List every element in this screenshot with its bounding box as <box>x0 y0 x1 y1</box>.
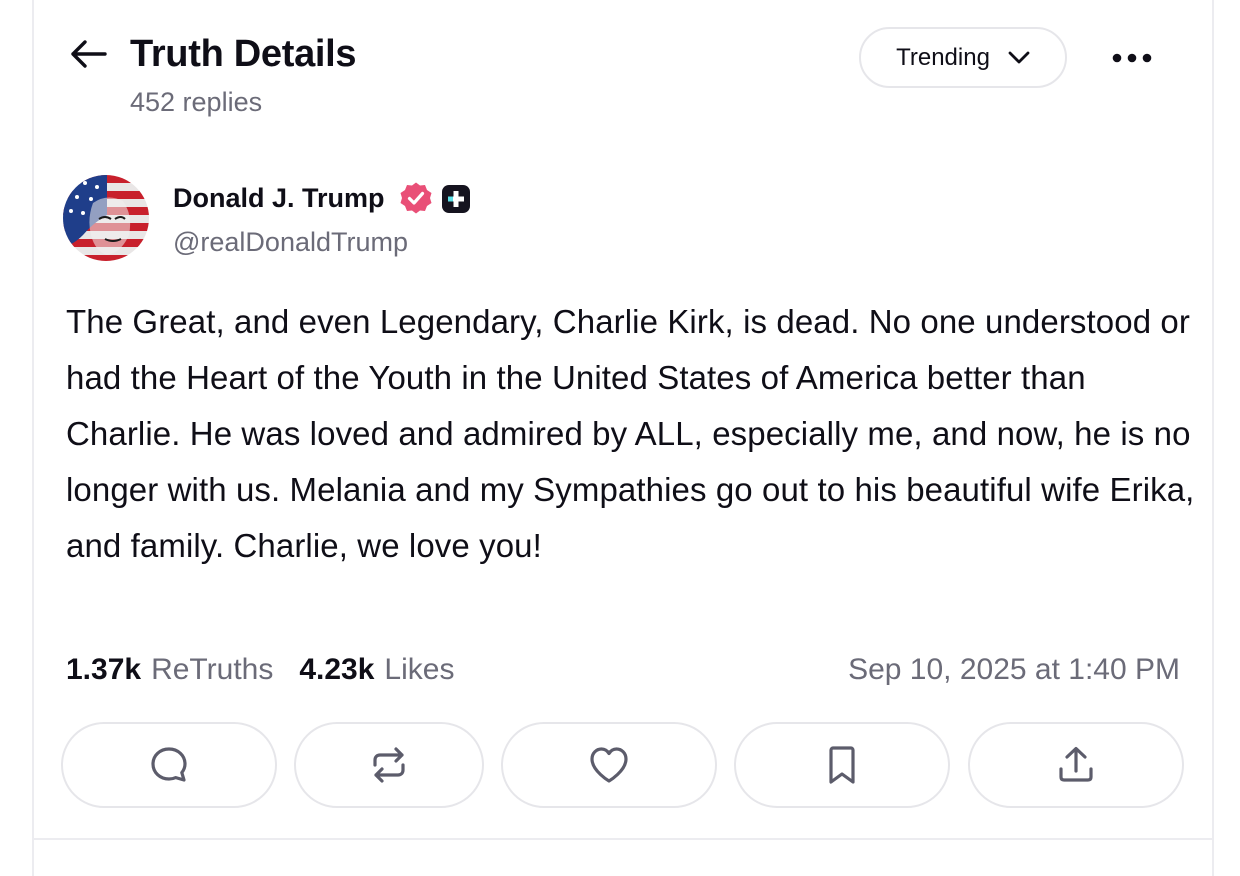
author-name[interactable]: Donald J. Trump <box>173 181 385 215</box>
more-horizontal-icon <box>1112 53 1152 63</box>
bookmark-button[interactable] <box>734 722 950 808</box>
avatar[interactable] <box>63 175 149 261</box>
back-button[interactable] <box>64 32 112 76</box>
plus-badge-icon <box>442 185 470 213</box>
chevron-down-icon <box>1008 51 1030 63</box>
reply-button[interactable] <box>61 722 277 808</box>
bookmark-icon <box>829 746 855 784</box>
heart-icon <box>590 747 628 783</box>
retruths-stat[interactable]: 1.37k ReTruths <box>66 650 273 690</box>
sort-label: Trending <box>896 43 990 71</box>
retruth-button[interactable] <box>294 722 484 808</box>
verified-badge-icon <box>400 182 432 214</box>
author-handle[interactable]: @realDonaldTrump <box>173 226 408 258</box>
repost-icon <box>373 747 405 783</box>
reply-count: 452 replies <box>130 87 263 117</box>
likes-label: Likes <box>384 653 455 686</box>
page-title: Truth Details <box>130 33 357 75</box>
sort-dropdown[interactable]: Trending <box>859 27 1067 88</box>
arrow-left-icon <box>71 40 107 68</box>
retruths-count: 1.37k <box>66 653 142 686</box>
share-icon <box>1059 746 1093 782</box>
reply-icon <box>151 747 187 782</box>
divider <box>34 838 1212 840</box>
retruths-label: ReTruths <box>151 653 274 686</box>
post-stats: 1.37k ReTruths 4.23k Likes <box>66 650 454 690</box>
share-button[interactable] <box>968 722 1184 808</box>
post-timestamp: Sep 10, 2025 at 1:40 PM <box>848 653 1180 686</box>
post-body: The Great, and even Legendary, Charlie K… <box>66 303 1195 564</box>
likes-count: 4.23k <box>299 653 375 686</box>
more-options-button[interactable] <box>1100 34 1164 82</box>
like-button[interactable] <box>501 722 717 808</box>
action-bar <box>61 722 1186 810</box>
likes-stat[interactable]: 4.23k Likes <box>299 650 454 690</box>
